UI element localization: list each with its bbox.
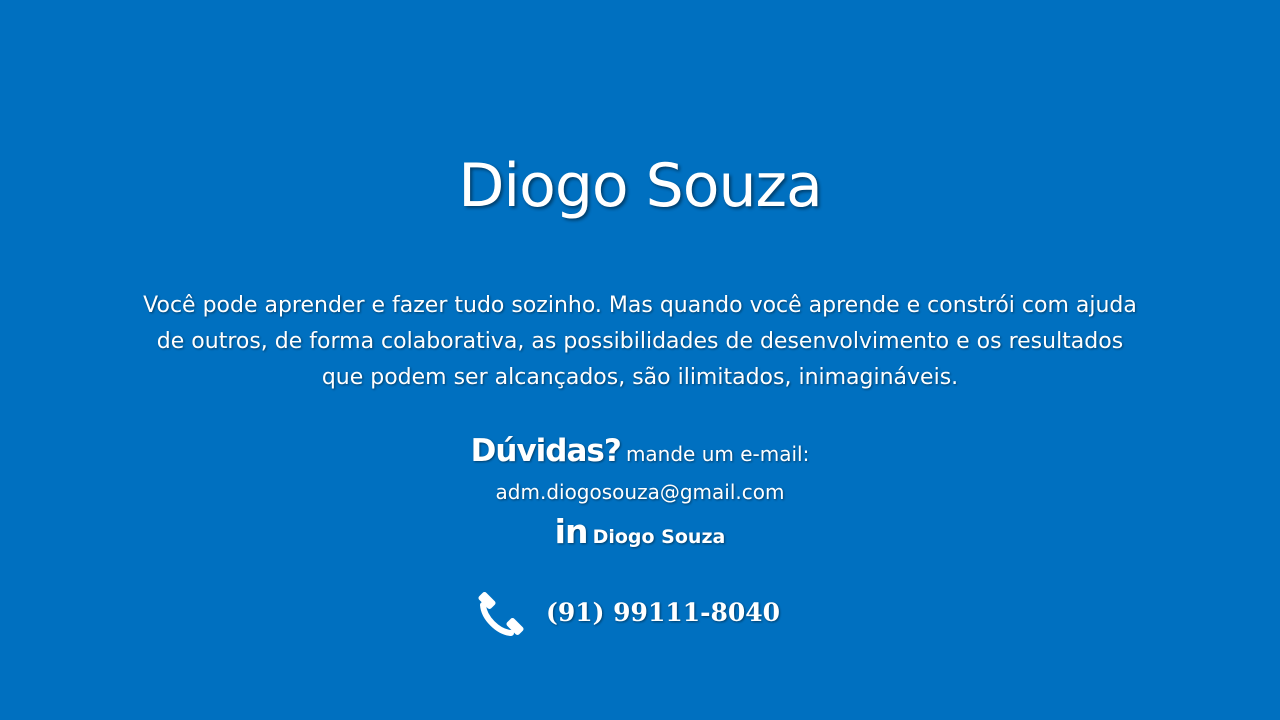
phone-number: (91) 99111-8040	[546, 598, 781, 627]
linkedin-line: in Diogo Souza	[0, 512, 1280, 551]
questions-line: Dúvidas? mande um e-mail:	[0, 433, 1280, 469]
page-title: Diogo Souza	[458, 151, 823, 221]
questions-label: Dúvidas?	[470, 433, 622, 469]
linkedin-name: Diogo Souza	[592, 526, 726, 548]
slide: Diogo Souza Você pode aprender e fazer t…	[0, 0, 1280, 720]
email-text: adm.diogosouza@gmail.com	[495, 480, 785, 504]
phone-icon	[478, 591, 524, 636]
linkedin-icon: in	[554, 512, 589, 551]
questions-text: mande um e-mail:	[625, 442, 810, 466]
quote-text: Você pode aprender e fazer tudo sozinho.…	[143, 293, 1137, 390]
